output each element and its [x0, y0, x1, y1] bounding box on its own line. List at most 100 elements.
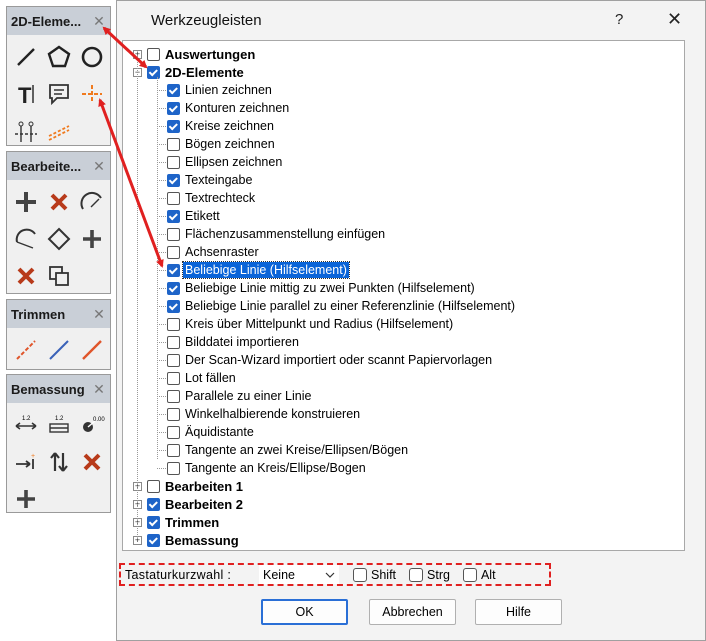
- dimension-angle-icon[interactable]: 0.00: [75, 406, 108, 443]
- text-tool-icon[interactable]: T: [9, 75, 42, 112]
- shortcut-select[interactable]: Keine: [259, 565, 339, 584]
- tree-item-checkbox[interactable]: [147, 47, 160, 61]
- tree-item[interactable]: Der Scan-Wizard importiert oder scannt P…: [167, 351, 494, 369]
- tree-item-checkbox[interactable]: [147, 497, 160, 511]
- tree-item-checkbox[interactable]: [167, 263, 180, 277]
- tree-item-checkbox[interactable]: [167, 353, 180, 367]
- tree-item-checkbox[interactable]: [167, 155, 180, 169]
- tree-item-checkbox[interactable]: [167, 461, 180, 475]
- tree-item-checkbox[interactable]: [147, 479, 160, 493]
- tree-item[interactable]: Tangente an zwei Kreise/Ellipsen/Bögen: [167, 441, 410, 459]
- tree-item-checkbox[interactable]: [147, 65, 160, 79]
- tree-item-checkbox[interactable]: [167, 335, 180, 349]
- trim-line-icon[interactable]: [9, 331, 42, 368]
- arc-edit-2-icon[interactable]: [9, 220, 42, 257]
- tree-item[interactable]: Bearbeiten 1: [147, 477, 245, 495]
- toolbar-header[interactable]: Bemassung ✕: [7, 375, 110, 403]
- delete-dimension-icon[interactable]: [75, 443, 108, 480]
- toolbar-header[interactable]: 2D-Eleme... ✕: [7, 7, 110, 35]
- tree-item[interactable]: Auswertungen: [147, 45, 257, 63]
- tree-item-checkbox[interactable]: [167, 281, 180, 295]
- ok-button[interactable]: OK: [261, 599, 348, 625]
- tree-item-checkbox[interactable]: [167, 173, 180, 187]
- trim-line-3-icon[interactable]: [75, 331, 108, 368]
- close-icon[interactable]: ✕: [92, 158, 106, 175]
- shift-checkbox-box[interactable]: [353, 567, 367, 582]
- tree-item-checkbox[interactable]: [167, 209, 180, 223]
- tree-item[interactable]: Lot fällen: [167, 369, 238, 387]
- tree-item-checkbox[interactable]: [147, 533, 160, 547]
- cross-tool-icon[interactable]: [75, 220, 108, 257]
- rhombus-edit-icon[interactable]: [42, 220, 75, 257]
- toolbar-header[interactable]: Bearbeite... ✕: [7, 152, 110, 180]
- arc-edit-icon[interactable]: [75, 183, 108, 220]
- tree-item-checkbox[interactable]: [167, 191, 180, 205]
- tree-item[interactable]: Achsenraster: [167, 243, 261, 261]
- tree-item[interactable]: Winkelhalbierende konstruieren: [167, 405, 362, 423]
- tree-item-checkbox[interactable]: [167, 119, 180, 133]
- tree-item[interactable]: Kreis über Mittelpunkt und Radius (Hilfs…: [167, 315, 455, 333]
- polygon-tool-icon[interactable]: [42, 38, 75, 75]
- dimension-vertical-icon[interactable]: 1.2: [42, 406, 75, 443]
- tree-item-checkbox[interactable]: [167, 371, 180, 385]
- tree-item[interactable]: Konturen zeichnen: [167, 99, 291, 117]
- tree-item[interactable]: Beliebige Linie parallel zu einer Refere…: [167, 297, 517, 315]
- tree-item[interactable]: Trimmen: [147, 513, 221, 531]
- tree-item-checkbox[interactable]: [167, 227, 180, 241]
- tree-item[interactable]: Parallele zu einer Linie: [167, 387, 313, 405]
- tree-item[interactable]: Beliebige Linie mittig zu zwei Punkten (…: [167, 279, 477, 297]
- close-icon[interactable]: ✕: [92, 306, 106, 323]
- tree-item[interactable]: 2D-Elemente: [147, 63, 246, 81]
- close-icon[interactable]: ✕: [92, 381, 106, 398]
- tree-item[interactable]: Bilddatei importieren: [167, 333, 301, 351]
- close-icon[interactable]: ✕: [667, 9, 682, 30]
- strg-checkbox-box[interactable]: [409, 567, 424, 582]
- close-icon[interactable]: ✕: [92, 13, 106, 30]
- tree-item[interactable]: Kreise zeichnen: [167, 117, 276, 135]
- swap-arrows-icon[interactable]: [42, 443, 75, 480]
- alt-checkbox[interactable]: Alt: [462, 567, 496, 582]
- line-tool-icon[interactable]: [9, 38, 42, 75]
- cancel-button[interactable]: Abbrechen: [369, 599, 456, 625]
- tree-item[interactable]: Ellipsen zeichnen: [167, 153, 284, 171]
- tree-item-checkbox[interactable]: [167, 317, 180, 331]
- tree-item[interactable]: Etikett: [167, 207, 222, 225]
- label-tool-icon[interactable]: [42, 75, 75, 112]
- tree-item[interactable]: Tangente an Kreis/Ellipse/Bogen: [167, 459, 368, 477]
- toolbar-header[interactable]: Trimmen ✕: [7, 300, 110, 328]
- tree-item-checkbox[interactable]: [167, 299, 180, 313]
- tree-item-checkbox[interactable]: [167, 389, 180, 403]
- dimension-horizontal-icon[interactable]: 1.2: [9, 406, 42, 443]
- tree-item[interactable]: Bearbeiten 2: [147, 495, 245, 513]
- tree-item[interactable]: Bögen zeichnen: [167, 135, 277, 153]
- circle-tool-icon[interactable]: [75, 38, 108, 75]
- strg-checkbox[interactable]: Strg: [409, 567, 450, 582]
- move-tool-icon[interactable]: [9, 183, 42, 220]
- axis-grid-tool-icon[interactable]: [9, 112, 42, 149]
- tree-item-checkbox[interactable]: [167, 425, 180, 439]
- trim-line-2-icon[interactable]: [42, 331, 75, 368]
- tree-item[interactable]: Beliebige Linie (Hilfselement): [167, 261, 350, 279]
- toolbar-tree[interactable]: Auswertungen +2D-Elemente − Linien zeichnen…: [122, 40, 685, 551]
- tree-item[interactable]: Flächenzusammenstellung einfügen: [167, 225, 387, 243]
- help-button[interactable]: Hilfe: [475, 599, 562, 625]
- tree-item[interactable]: Texteingabe: [167, 171, 254, 189]
- tree-item-checkbox[interactable]: [167, 245, 180, 259]
- tree-item-checkbox[interactable]: [167, 101, 180, 115]
- parallel-helper-line-icon[interactable]: [42, 112, 75, 149]
- dimension-point-icon[interactable]: +: [9, 443, 42, 480]
- tree-item-checkbox[interactable]: [147, 515, 160, 529]
- tree-item[interactable]: Linien zeichnen: [167, 81, 274, 99]
- tree-item-checkbox[interactable]: [167, 137, 180, 151]
- move-dimension-icon[interactable]: [9, 480, 42, 517]
- tree-item[interactable]: Äquidistante: [167, 423, 256, 441]
- tree-item-checkbox[interactable]: [167, 443, 180, 457]
- tree-item-checkbox[interactable]: [167, 83, 180, 97]
- shift-checkbox[interactable]: Shift: [353, 567, 396, 582]
- delete-tool-2-icon[interactable]: [9, 257, 42, 294]
- copy-tool-icon[interactable]: [42, 257, 75, 294]
- tree-item[interactable]: Bemassung: [147, 531, 241, 549]
- tree-item-checkbox[interactable]: [167, 407, 180, 421]
- tree-item[interactable]: Textrechteck: [167, 189, 257, 207]
- help-icon[interactable]: ?: [615, 11, 623, 28]
